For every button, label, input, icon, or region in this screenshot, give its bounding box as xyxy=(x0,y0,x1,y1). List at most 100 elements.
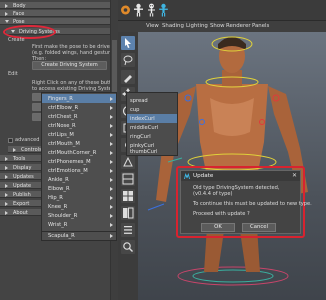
expand-arrow-icon xyxy=(5,20,9,23)
menu-item-label: ctrlMouth_M xyxy=(48,141,80,147)
layout-split-icon[interactable] xyxy=(121,206,135,220)
character-icon[interactable] xyxy=(133,3,144,17)
section-label: Publish xyxy=(13,192,31,198)
submenu-arrow-icon xyxy=(110,151,113,155)
rig-figure-icon[interactable] xyxy=(158,3,169,17)
section-label: Updates xyxy=(13,174,34,180)
menu-item-label: ctrlNose_R xyxy=(48,123,76,129)
submenu-arrow-icon xyxy=(110,234,113,238)
section-body[interactable]: Body xyxy=(0,2,110,9)
menu-item-label: Elbow_R xyxy=(48,186,70,192)
menu-shading[interactable]: Shading xyxy=(162,23,184,29)
submenu-arrow-icon xyxy=(110,142,113,146)
menu-item[interactable]: Ankle_R xyxy=(42,175,116,184)
outliner-icon[interactable] xyxy=(121,223,135,237)
submenu-arrow-icon xyxy=(110,133,113,137)
submenu-arrow-icon xyxy=(110,196,113,200)
menu-item-label: spread xyxy=(130,98,148,104)
menu-item[interactable]: ctrlLips_M xyxy=(42,130,116,139)
menu-item[interactable]: ctrlNose_R xyxy=(42,121,116,130)
dialog-titlebar[interactable]: Update ✕ xyxy=(181,171,300,181)
submenu-item-middlecurl[interactable]: middleCurl xyxy=(127,123,177,132)
skeleton-icon[interactable] xyxy=(146,3,157,17)
menu-item-label: cup xyxy=(130,107,140,113)
advanced-checkbox[interactable] xyxy=(8,138,13,143)
submenu-arrow-icon xyxy=(110,97,113,101)
menu-item-label: indexCurl xyxy=(130,116,155,122)
collapse-arrow-icon xyxy=(5,184,8,188)
search-icon[interactable] xyxy=(121,240,135,254)
layout-icon[interactable] xyxy=(121,172,135,186)
dialog-message-line: To continue this must be updated to new … xyxy=(193,201,312,207)
create-label: Create xyxy=(8,37,25,43)
submenu-item-thumbcurl[interactable]: thumbCurl xyxy=(127,148,177,156)
menu-item-label: middleCurl xyxy=(130,125,159,131)
menu-item[interactable]: ctrlMouthCorner_R xyxy=(42,148,116,157)
section-pose[interactable]: Pose xyxy=(0,18,110,25)
menu-item[interactable]: Hip_R xyxy=(42,193,116,202)
submenu-arrow-icon xyxy=(110,160,113,164)
menu-item[interactable]: Knee_R xyxy=(42,202,116,211)
section-label: Tools xyxy=(13,156,26,162)
lasso-tool-icon[interactable] xyxy=(121,53,135,67)
menu-view[interactable]: View xyxy=(146,23,159,29)
dialog-message-line: Proceed with update ? xyxy=(193,211,250,217)
advanced-label: advanced xyxy=(15,137,40,143)
menu-item-label: Knee_R xyxy=(48,204,68,210)
submenu-arrow-icon xyxy=(110,124,113,128)
menu-item[interactable]: Shoulder_R xyxy=(42,211,116,220)
menu-show[interactable]: Show xyxy=(210,23,225,29)
collapse-arrow-icon xyxy=(5,157,8,161)
paint-tool-icon[interactable] xyxy=(121,70,135,84)
menu-item-fingers-r[interactable]: Fingers_R xyxy=(42,94,116,103)
collapse-arrow-icon xyxy=(13,148,16,152)
create-driving-system-button[interactable]: Create Driving System xyxy=(32,61,107,70)
toolbox xyxy=(118,32,138,300)
settings-icon[interactable] xyxy=(120,3,131,17)
menu-item[interactable]: ctrlEmotions_M xyxy=(42,166,116,175)
submenu-arrow-icon xyxy=(110,106,113,110)
collapse-arrow-icon xyxy=(5,4,8,8)
red-highlight-annotation: Update ✕ Old type DrivingSystem detected… xyxy=(176,166,312,238)
collapse-arrow-icon xyxy=(5,193,8,197)
menu-item-label: ctrlLips_M xyxy=(48,132,74,138)
submenu-arrow-icon xyxy=(110,187,113,191)
menu-item-label: Scapula_R xyxy=(48,233,75,239)
section-label: Controls xyxy=(21,147,42,153)
menu-item-label: ctrlMouthCorner_R xyxy=(48,150,97,156)
menu-item-label: Wrist_R xyxy=(48,222,68,228)
menu-item[interactable]: Wrist_R xyxy=(42,220,116,229)
section-label: Pose xyxy=(13,19,25,25)
driving-systems-context-menu: Fingers_R ctrlElbow_R ctrlChest_R ctrlNo… xyxy=(41,92,117,232)
submenu-item-ringcurl[interactable]: ringCurl xyxy=(127,132,177,141)
menu-item[interactable]: ctrlElbow_R xyxy=(42,103,116,112)
menu-item-label: Fingers_R xyxy=(48,96,73,102)
menu-item-label: thumbCurl xyxy=(130,149,158,155)
menu-panels[interactable]: Panels xyxy=(252,23,269,29)
section-face[interactable]: Face xyxy=(0,10,110,17)
menu-item[interactable]: Scapula_R xyxy=(41,232,117,241)
collapse-arrow-icon xyxy=(5,211,8,215)
menu-lighting[interactable]: Lighting xyxy=(186,23,208,29)
menu-item[interactable]: ctrlChest_R xyxy=(42,112,116,121)
collapse-arrow-icon xyxy=(5,175,8,179)
ok-button[interactable]: OK xyxy=(201,223,235,232)
menu-item[interactable]: ctrlPhonemes_M xyxy=(42,157,116,166)
menu-item[interactable]: Elbow_R xyxy=(42,184,116,193)
submenu-item-cup[interactable]: cup xyxy=(127,105,177,114)
select-tool-icon[interactable] xyxy=(121,36,135,50)
submenu-arrow-icon xyxy=(110,205,113,209)
menu-item-label: Hip_R xyxy=(48,195,63,201)
layout-four-icon[interactable] xyxy=(121,189,135,203)
menu-item-label: ctrlEmotions_M xyxy=(48,168,88,174)
viewport-menu-bar: View Shading Lighting Show Renderer Pane… xyxy=(118,21,326,32)
section-label: Export xyxy=(13,201,30,207)
menu-item[interactable]: ctrlMouth_M xyxy=(42,139,116,148)
submenu-item-spread[interactable]: spread xyxy=(127,96,177,105)
cancel-button[interactable]: Cancel xyxy=(242,223,276,232)
menu-renderer[interactable]: Renderer xyxy=(226,23,251,29)
last-tool-icon[interactable] xyxy=(121,155,135,169)
submenu-item-indexcurl[interactable]: indexCurl xyxy=(127,114,177,123)
close-icon[interactable]: ✕ xyxy=(292,172,297,179)
menu-item-label: Shoulder_R xyxy=(48,213,78,219)
